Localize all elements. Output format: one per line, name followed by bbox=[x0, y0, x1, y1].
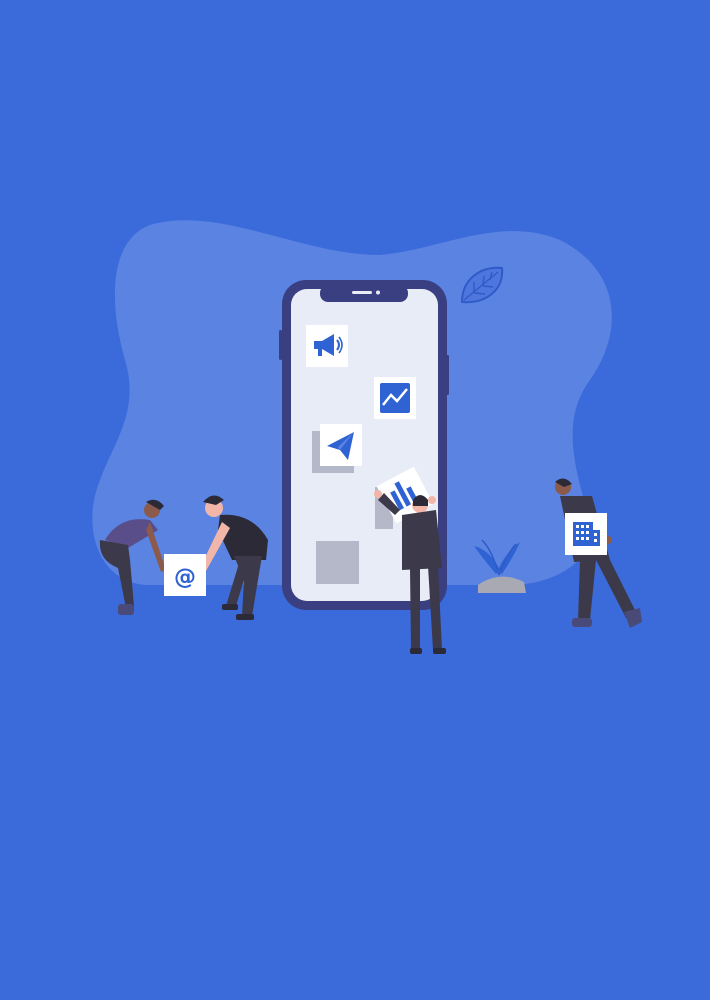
analytics-card bbox=[374, 377, 416, 419]
mobile-marketing-illustration: @ bbox=[92, 220, 642, 654]
at-sign-icon: @ bbox=[174, 565, 196, 590]
paper-plane-card bbox=[320, 424, 362, 466]
building-card bbox=[565, 513, 607, 555]
analytics-chart-icon bbox=[380, 383, 410, 413]
email-card: @ bbox=[164, 554, 206, 596]
person-right bbox=[555, 478, 642, 628]
placeholder-box bbox=[316, 541, 359, 584]
illustration-stage: @ bbox=[0, 0, 710, 1000]
megaphone-card bbox=[306, 325, 348, 367]
